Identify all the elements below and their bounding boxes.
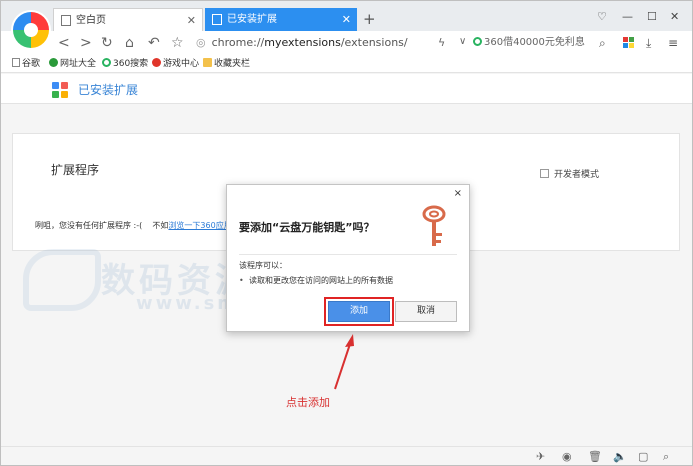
skin-icon[interactable]: ♡ bbox=[597, 10, 607, 23]
sound-icon[interactable]: 🔈 bbox=[613, 450, 627, 463]
page-icon bbox=[12, 58, 20, 67]
download-icon[interactable]: ⤓ bbox=[646, 36, 651, 51]
bookmark-item[interactable]: 游戏中心 bbox=[152, 55, 199, 73]
minimize-icon[interactable]: — bbox=[622, 10, 633, 23]
bookmark-label: 谷歌 bbox=[22, 59, 41, 69]
bookmark-label: 游戏中心 bbox=[163, 59, 200, 69]
bookmarks-bar: 谷歌 网址大全 360搜索 游戏中心 收藏夹栏 bbox=[1, 55, 692, 73]
permission-item: • 读取和更改您在访问的网站上的所有数据 bbox=[239, 275, 393, 286]
lightning-icon[interactable]: ϟ bbox=[438, 36, 445, 49]
bookmark-item[interactable]: 网址大全 bbox=[49, 55, 96, 73]
search-360-icon bbox=[102, 58, 111, 67]
bullet-icon: • bbox=[239, 276, 244, 285]
tab-close-icon[interactable]: ✕ bbox=[187, 9, 196, 32]
browser-logo[interactable] bbox=[13, 12, 49, 48]
cancel-button[interactable]: 取消 bbox=[395, 301, 457, 322]
annotation-text: 点击添加 bbox=[286, 396, 330, 409]
search-box[interactable]: 360借40000元免利息 bbox=[473, 34, 613, 52]
extensions-page-header: 已安装扩展 bbox=[1, 74, 692, 104]
permission-text: 读取和更改您在访问的网站上的所有数据 bbox=[249, 276, 393, 285]
accelerate-icon[interactable]: ✈ bbox=[536, 450, 545, 463]
close-icon[interactable]: × bbox=[454, 188, 462, 199]
checkbox[interactable] bbox=[539, 169, 549, 178]
extension-tab-icon bbox=[212, 14, 222, 25]
search-icon[interactable]: ⌕ bbox=[599, 36, 606, 51]
address-bar[interactable]: ◎ chrome://myextensions/extensions/ bbox=[196, 34, 466, 52]
tab-installed-extensions[interactable]: 已安装扩展 ✕ bbox=[205, 8, 357, 31]
tab-label: 已安装扩展 bbox=[227, 14, 277, 25]
trash-icon[interactable]: 🗑 bbox=[588, 450, 602, 463]
extensions-heading: 扩展程序 bbox=[51, 163, 100, 177]
tab-label: 空白页 bbox=[76, 15, 106, 26]
developer-mode-toggle[interactable]: 开发者模式 bbox=[539, 167, 599, 180]
folder-icon bbox=[203, 58, 212, 67]
bookmark-item[interactable]: 收藏夹栏 bbox=[203, 55, 250, 73]
search-360-icon bbox=[473, 37, 482, 46]
hint-prefix: 不如 bbox=[152, 221, 169, 230]
developer-mode-label: 开发者模式 bbox=[553, 170, 599, 180]
apps-icon[interactable] bbox=[623, 37, 634, 48]
undo-close-icon[interactable]: ↶ bbox=[148, 34, 160, 52]
window-icon[interactable]: ▢ bbox=[638, 450, 648, 463]
empty-text: 咧咀，您没有任何扩展程序 :-( bbox=[35, 221, 143, 230]
tab-close-icon[interactable]: ✕ bbox=[342, 8, 351, 31]
empty-message: 咧咀，您没有任何扩展程序 :-( 不如浏览一下360应用 bbox=[35, 220, 232, 231]
browse-apps-link[interactable]: 浏览一下360应用 bbox=[168, 221, 231, 230]
tab-blank-page[interactable]: 空白页 ✕ bbox=[53, 8, 203, 31]
close-window-icon[interactable]: ✕ bbox=[670, 10, 679, 23]
page-icon bbox=[61, 15, 71, 26]
toolbar: < > ↻ ⌂ ↶ ☆ ◎ chrome://myextensions/exten… bbox=[1, 31, 692, 55]
back-icon[interactable]: < bbox=[58, 34, 70, 52]
chevron-down-icon[interactable]: ∨ bbox=[459, 36, 466, 47]
bookmark-item[interactable]: 谷歌 bbox=[12, 55, 40, 73]
bookmark-star-icon[interactable]: ☆ bbox=[171, 34, 184, 52]
address-prefix: chrome:// bbox=[211, 36, 265, 49]
title-bar: 空白页 ✕ 已安装扩展 ✕ + ♡ — ☐ ✕ bbox=[1, 1, 692, 31]
address-host: myextensions bbox=[264, 36, 341, 49]
forward-icon[interactable]: > bbox=[80, 34, 92, 52]
game-icon bbox=[152, 58, 161, 67]
zoom-icon[interactable]: ⌕ bbox=[663, 450, 669, 464]
page-title: 已安装扩展 bbox=[78, 83, 139, 97]
key-icon bbox=[422, 205, 446, 246]
add-extension-dialog: × 要添加“云盘万能钥匙”吗？ 该程序可以： • 读取和更改您在访问的网站上的所有… bbox=[226, 184, 470, 332]
bookmark-label: 360搜索 bbox=[113, 59, 149, 69]
add-button[interactable]: 添加 bbox=[324, 297, 394, 326]
menu-icon[interactable]: ≡ bbox=[668, 36, 678, 50]
bookmark-item[interactable]: 360搜索 bbox=[102, 55, 148, 73]
bookmark-label: 网址大全 bbox=[60, 59, 97, 69]
new-tab-button[interactable]: + bbox=[363, 9, 376, 29]
permissions-heading: 该程序可以： bbox=[239, 261, 287, 270]
refresh-icon[interactable]: ↻ bbox=[101, 34, 113, 52]
address-path: /extensions/ bbox=[340, 36, 408, 49]
network-icon[interactable]: ◉ bbox=[562, 450, 572, 463]
site-info-icon: ◎ bbox=[196, 36, 206, 49]
watermark-logo bbox=[23, 249, 101, 311]
bookmark-label: 收藏夹栏 bbox=[214, 59, 251, 69]
search-text: 360借40000元免利息 bbox=[484, 37, 585, 48]
extensions-logo-icon bbox=[52, 82, 68, 98]
status-bar: ✈ ◉ 🗑 🔈 ▢ ⌕ bbox=[1, 446, 692, 465]
maximize-icon[interactable]: ☐ bbox=[647, 10, 657, 23]
home-icon[interactable]: ⌂ bbox=[125, 34, 134, 52]
annotation-arrow bbox=[334, 334, 354, 390]
divider bbox=[239, 254, 457, 255]
dialog-title: 要添加“云盘万能钥匙”吗？ bbox=[239, 221, 375, 234]
globe-icon bbox=[49, 58, 58, 67]
browser-window: 空白页 ✕ 已安装扩展 ✕ + ♡ — ☐ ✕ < > ↻ ⌂ ↶ ☆ ◎ chr… bbox=[0, 0, 693, 466]
